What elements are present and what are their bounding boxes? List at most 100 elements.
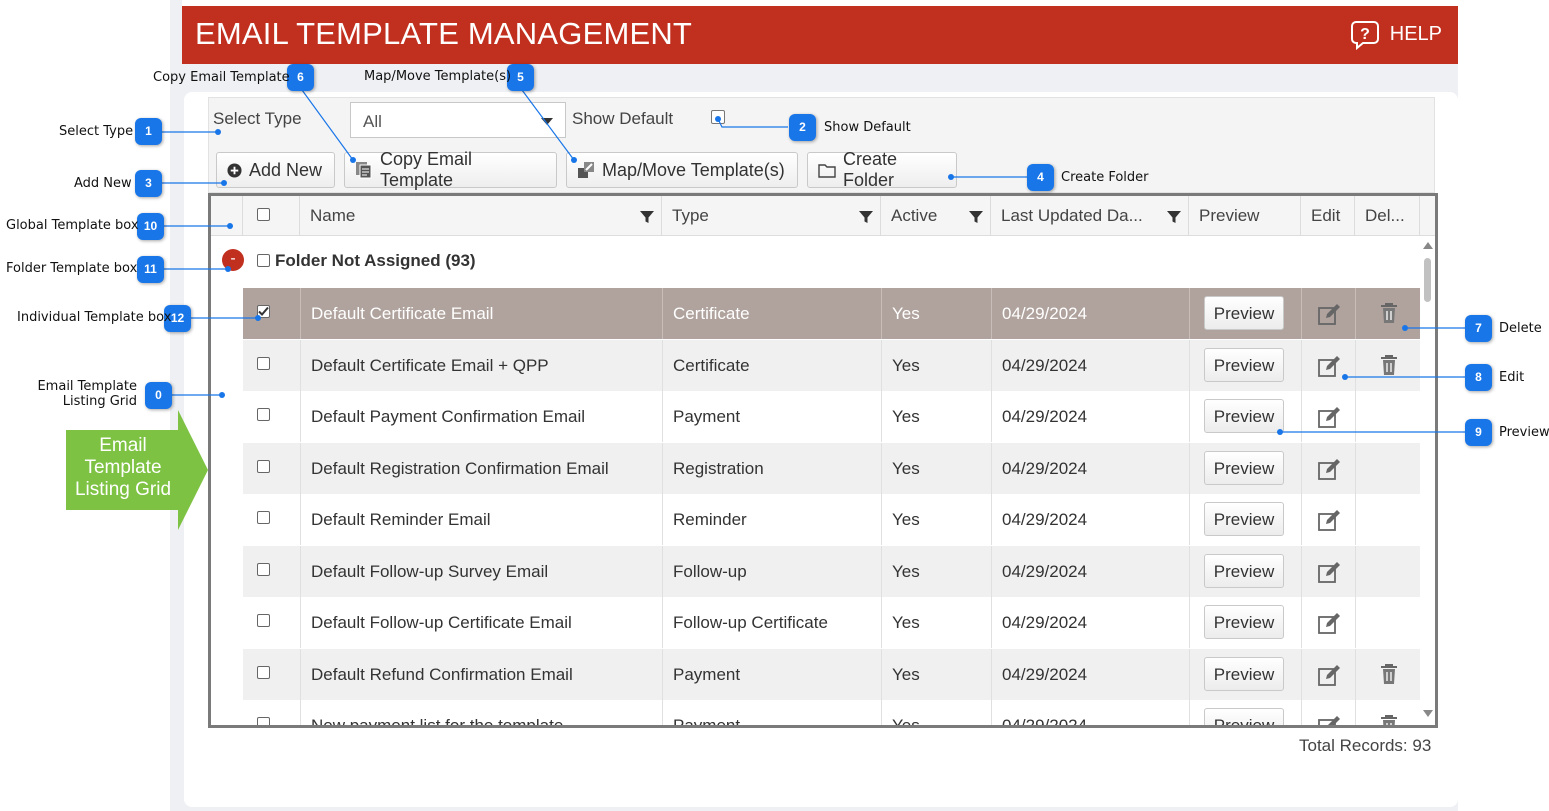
- preview-button[interactable]: Preview: [1204, 553, 1284, 588]
- edit-icon[interactable]: [1317, 406, 1341, 430]
- cell-delete: [1355, 391, 1420, 442]
- preview-button[interactable]: Preview: [1204, 605, 1284, 639]
- scroll-thumb[interactable]: [1424, 258, 1431, 302]
- preview-button[interactable]: Preview: [1204, 347, 1284, 382]
- folder-group-row: - Folder Not Assigned (93): [211, 236, 1420, 288]
- cell-preview: Preview: [1189, 597, 1301, 648]
- cell-last-updated: 04/29/2024: [991, 339, 1189, 391]
- row-select-checkbox[interactable]: [257, 356, 270, 370]
- row-select-checkbox[interactable]: [257, 459, 270, 473]
- trash-icon[interactable]: [1378, 354, 1400, 376]
- cell-delete: [1355, 597, 1420, 648]
- folder-select-checkbox[interactable]: [257, 254, 270, 267]
- folder-icon: [818, 163, 836, 178]
- create-folder-label: Create Folder: [843, 149, 898, 190]
- column-header-type[interactable]: Type: [662, 196, 881, 236]
- trash-icon[interactable]: [1378, 663, 1400, 685]
- table-row[interactable]: Default Certificate Email + QPP Certifica…: [243, 339, 1420, 391]
- preview-button[interactable]: Preview: [1204, 502, 1284, 536]
- show-default-checkbox[interactable]: [711, 110, 725, 124]
- table-row[interactable]: Default Refund Confirmation Email Payment…: [243, 648, 1420, 700]
- row-select-checkbox[interactable]: [257, 562, 270, 576]
- table-row[interactable]: Default Reminder Email Reminder Yes 04/29/2…: [243, 494, 1420, 545]
- trash-icon[interactable]: [1378, 714, 1400, 728]
- scroll-down-arrow[interactable]: [1423, 710, 1433, 717]
- collapse-folder-button[interactable]: -: [222, 249, 244, 271]
- row-select-checkbox[interactable]: [257, 614, 270, 627]
- table-row[interactable]: Default Payment Confirmation Email Paymen…: [243, 391, 1420, 442]
- column-header-last-updated[interactable]: Last Updated Da...: [991, 196, 1189, 236]
- cell-active: Yes: [881, 339, 991, 391]
- edit-icon[interactable]: [1317, 355, 1341, 379]
- callout-text-preview: Preview: [1499, 425, 1549, 440]
- row-select-checkbox[interactable]: [257, 717, 270, 725]
- cell-last-updated: 04/29/2024: [991, 288, 1189, 339]
- filter-icon[interactable]: [859, 210, 873, 224]
- column-header-name-label: Name: [310, 206, 356, 225]
- filter-icon[interactable]: [640, 210, 654, 224]
- edit-icon[interactable]: [1317, 303, 1341, 327]
- cell-last-updated: 04/29/2024: [991, 494, 1189, 545]
- table-row[interactable]: Default Follow-up Survey Email Follow-up Y…: [243, 545, 1420, 597]
- edit-icon[interactable]: [1317, 509, 1341, 533]
- callout-text-copy-template: Copy Email Template: [153, 70, 290, 85]
- row-select-checkbox[interactable]: [257, 665, 270, 679]
- cell-active: Yes: [881, 648, 991, 700]
- preview-button[interactable]: Preview: [1204, 399, 1284, 433]
- preview-button[interactable]: Preview: [1204, 296, 1284, 330]
- cell-type: Payment: [662, 700, 881, 725]
- cell-preview: Preview: [1189, 391, 1301, 442]
- help-icon: ?: [1350, 21, 1379, 50]
- cell-edit: [1301, 442, 1355, 494]
- cell-active: Yes: [881, 288, 991, 339]
- table-row[interactable]: Default Registration Confirmation Email R…: [243, 442, 1420, 494]
- cell-preview: Preview: [1189, 494, 1301, 545]
- preview-button[interactable]: Preview: [1204, 656, 1284, 691]
- help-button[interactable]: ? HELP: [1349, 18, 1442, 50]
- edit-icon[interactable]: [1317, 715, 1341, 728]
- preview-button[interactable]: Preview: [1204, 450, 1284, 485]
- column-header-last-updated-label: Last Updated Da...: [1001, 206, 1143, 225]
- page-left-strip: [170, 0, 182, 811]
- total-records: Total Records: 93: [1299, 736, 1432, 755]
- cell-last-updated: 04/29/2024: [991, 545, 1189, 597]
- cell-delete: [1355, 700, 1420, 728]
- copy-email-template-button[interactable]: Copy Email Template: [344, 149, 557, 190]
- edit-icon[interactable]: [1317, 561, 1341, 585]
- copy-email-template-label: Copy Email Template: [380, 149, 473, 190]
- add-new-label: Add New: [249, 159, 323, 180]
- row-select-checkbox[interactable]: [257, 305, 270, 318]
- callout-text-map-move: Map/Move Template(s): [364, 69, 512, 84]
- callout-badge-11: 11: [137, 256, 164, 283]
- callout-text-individual-template-box: Individual Template box: [17, 310, 172, 325]
- cell-preview: Preview: [1189, 442, 1301, 494]
- table-row[interactable]: Default Follow-up Certificate Email Follo…: [243, 597, 1420, 648]
- column-header-active[interactable]: Active: [881, 196, 991, 236]
- callout-text-show-default: Show Default: [824, 120, 911, 135]
- cell-name: Default Refund Confirmation Email: [300, 648, 662, 700]
- column-header-name[interactable]: Name: [300, 196, 662, 236]
- row-select-checkbox[interactable]: [257, 511, 270, 524]
- cell-type: Follow-up: [662, 545, 881, 597]
- add-new-button[interactable]: Add New: [216, 152, 335, 188]
- map-move-templates-button[interactable]: Map/Move Template(s): [566, 152, 798, 188]
- cell-type: Follow-up Certificate: [662, 597, 881, 648]
- edit-icon[interactable]: [1317, 664, 1341, 688]
- table-row[interactable]: New payment list for the template Payment…: [243, 700, 1420, 728]
- preview-button[interactable]: Preview: [1204, 708, 1284, 725]
- grid-scrollbar[interactable]: [1420, 236, 1435, 725]
- email-template-listing-grid: Name Type Active Last Updated Da... Prev…: [208, 193, 1438, 728]
- filter-icon[interactable]: [969, 210, 983, 224]
- cell-preview: Preview: [1189, 545, 1301, 597]
- edit-icon[interactable]: [1317, 612, 1341, 636]
- create-folder-button[interactable]: Create Folder: [807, 149, 957, 190]
- row-select-checkbox[interactable]: [257, 408, 270, 421]
- filter-icon[interactable]: [1167, 210, 1181, 224]
- type-select[interactable]: All: [350, 102, 566, 138]
- page-title: EMAIL TEMPLATE MANAGEMENT: [195, 16, 693, 51]
- table-row[interactable]: Default Certificate Email Certificate Yes 0…: [243, 288, 1420, 339]
- trash-icon[interactable]: [1378, 302, 1400, 324]
- scroll-up-arrow[interactable]: [1423, 242, 1433, 249]
- edit-icon[interactable]: [1317, 458, 1341, 482]
- column-header-active-label: Active: [891, 206, 938, 225]
